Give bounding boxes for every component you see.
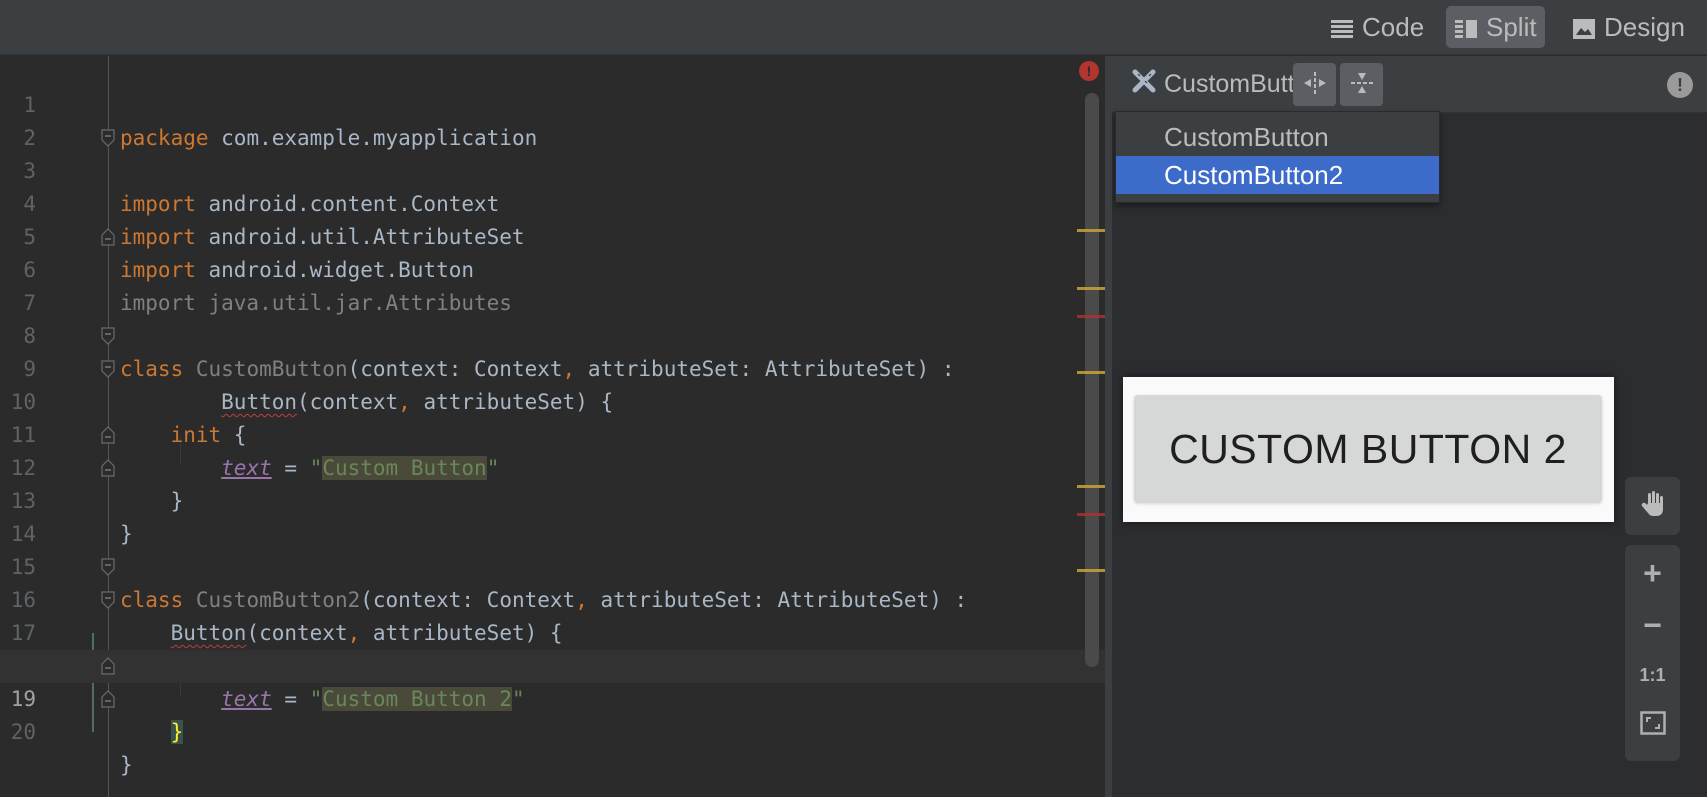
warning-stripe-mark[interactable] — [1077, 569, 1105, 572]
code-line: 7 — [0, 254, 1105, 315]
code-line: 8 packageclass CustomButton(context: Con… — [0, 287, 1105, 381]
split-mode-button[interactable]: Split — [1446, 6, 1545, 48]
warning-stripe-mark[interactable] — [1077, 229, 1105, 232]
fold-end-icon[interactable] — [101, 690, 115, 708]
zoom-actual-size-button[interactable]: 1:1 — [1625, 650, 1680, 700]
hand-icon — [1640, 490, 1666, 522]
code-lines-icon — [1330, 16, 1354, 38]
warning-stripe-mark[interactable] — [1077, 485, 1105, 488]
error-stripe-mark[interactable] — [1077, 513, 1105, 516]
zoom-out-button[interactable]: − — [1625, 600, 1680, 650]
split-mode-label: Split — [1486, 11, 1537, 42]
preview-panel: CustomButton2 ! CustomButton CustomButto… — [1112, 56, 1707, 797]
view-mode-toolbar: Code Split Design — [0, 0, 1707, 55]
fit-screen-icon — [1639, 710, 1666, 740]
collapse-vertical-icon — [1348, 69, 1376, 101]
image-icon — [1572, 16, 1596, 39]
preview-toolbar: CustomButton2 ! — [1112, 56, 1707, 113]
collapse-horizontal-icon — [1301, 69, 1329, 101]
code-line: 11 text = "Custom Button" — [0, 386, 1105, 480]
fold-start-icon[interactable] — [101, 558, 115, 576]
split-view-icon — [1454, 16, 1478, 38]
collapse-horizontal-button[interactable] — [1293, 63, 1336, 106]
matched-brace: } — [170, 720, 184, 744]
component-dropdown-menu: CustomButton CustomButton2 — [1115, 111, 1440, 203]
code-line: 13 } — [0, 452, 1105, 546]
code-line: 17 init { — [0, 584, 1105, 678]
code-line: 2 — [0, 89, 1105, 150]
warning-stripe-mark[interactable] — [1077, 371, 1105, 374]
code-line: 3 import android.content.Context — [0, 122, 1105, 216]
code-line: 10 init { — [0, 353, 1105, 447]
line-number: 20 — [10, 720, 36, 744]
fold-end-icon[interactable] — [101, 228, 115, 246]
preview-render-surface[interactable]: CUSTOM BUTTON 2 — [1123, 377, 1614, 522]
fold-end-icon[interactable] — [101, 426, 115, 444]
design-tools-icon — [1130, 67, 1158, 102]
code-line: 18 text = "Custom Button 2" — [0, 617, 1105, 711]
rendered-custom-button[interactable]: CUSTOM BUTTON 2 — [1134, 395, 1602, 503]
code-line: 9 Button(context, attributeSet) { — [0, 320, 1105, 414]
issues-warning-icon[interactable]: ! — [1667, 72, 1693, 98]
code-line: 14 — [0, 485, 1105, 546]
pan-tool-button[interactable] — [1625, 477, 1680, 535]
code-line: 12 } — [0, 419, 1105, 513]
warning-stripe-mark[interactable] — [1077, 287, 1105, 290]
fold-start-icon[interactable] — [101, 327, 115, 345]
code-line: 16 Button(context, attributeSet) { — [0, 551, 1105, 645]
code-line: 4 import android.util.AttributeSet — [0, 155, 1105, 249]
fold-start-icon[interactable] — [101, 591, 115, 609]
code-line: 15 class CustomButton2(context: Context,… — [0, 518, 1105, 612]
fold-end-icon[interactable] — [101, 459, 115, 477]
dropdown-option-custombutton[interactable]: CustomButton — [1116, 118, 1439, 156]
code-mode-label: Code — [1362, 11, 1425, 42]
collapse-vertical-button[interactable] — [1340, 63, 1383, 106]
code-mode-button[interactable]: Code — [1322, 6, 1432, 48]
error-indicator-icon[interactable]: ! — [1079, 61, 1099, 81]
split-divider[interactable] — [1105, 56, 1112, 797]
zoom-to-fit-button[interactable] — [1625, 700, 1680, 750]
fold-start-icon[interactable] — [101, 129, 115, 147]
fold-end-icon[interactable] — [101, 657, 115, 675]
fold-start-icon[interactable] — [101, 360, 115, 378]
code-line: 20 } — [0, 683, 1105, 777]
zoom-in-button[interactable]: + — [1625, 548, 1680, 598]
code-editor[interactable]: 1 package com.example.myapplication 2 3 … — [0, 56, 1105, 797]
zoom-controls: + − 1:1 — [1625, 545, 1680, 761]
editor-scrollbar[interactable] — [1085, 93, 1099, 667]
error-stripe-mark[interactable] — [1077, 315, 1105, 318]
dropdown-option-custombutton2[interactable]: CustomButton2 — [1116, 156, 1439, 194]
code-text: } — [120, 753, 133, 777]
code-line: 6 import java.util.jar.Attributes — [0, 221, 1105, 315]
code-line: 5 import android.widget.Button — [0, 188, 1105, 282]
design-mode-button[interactable]: Design — [1564, 6, 1693, 48]
code-line-current: 19 } — [0, 650, 1105, 744]
code-line: 1 package com.example.myapplication — [0, 56, 1105, 150]
design-mode-label: Design — [1604, 11, 1685, 42]
